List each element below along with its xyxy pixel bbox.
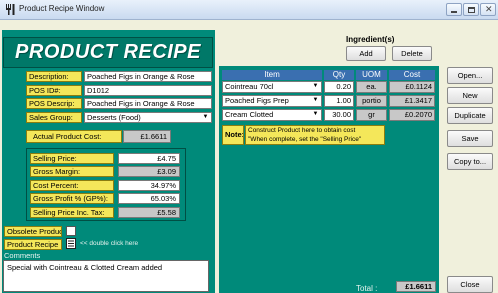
note-line-1: Construct Product here to obtain cost	[248, 127, 356, 134]
add-ingredient-button[interactable]: Add	[346, 46, 386, 61]
chevron-down-icon[interactable]: ▼	[201, 114, 210, 121]
ingredient-qty[interactable]: 1.00	[324, 95, 354, 107]
gross-margin-value: £3.09	[118, 166, 180, 177]
delete-ingredient-button[interactable]: Delete	[392, 46, 432, 61]
open-button[interactable]: Open...	[447, 67, 493, 84]
maximize-icon	[468, 7, 475, 13]
minimize-icon	[451, 11, 457, 13]
total-label: Total :	[356, 284, 378, 293]
save-button[interactable]: Save	[447, 130, 493, 147]
obsolete-label: Obsolete Product	[4, 226, 62, 237]
ingredients-label: Ingredient(s)	[346, 35, 395, 44]
column-header-cost: Cost	[389, 70, 435, 80]
ingredient-cost: £0.1124	[389, 81, 435, 93]
gross-margin-label: Gross Margin:	[30, 166, 114, 177]
comments-label: Comments	[4, 251, 41, 260]
chevron-down-icon[interactable]: ▼	[311, 97, 320, 104]
fork-knife-icon	[6, 4, 15, 15]
sales-group-value: Desserts (Food)	[87, 113, 141, 122]
chevron-down-icon[interactable]: ▼	[311, 83, 320, 90]
close-button[interactable]: Close	[447, 276, 493, 293]
chevron-down-icon[interactable]: ▼	[311, 111, 320, 118]
minimize-button[interactable]	[446, 3, 462, 16]
selling-inc-tax-label: Selling Price Inc. Tax:	[30, 207, 114, 218]
column-header-qty: Qty	[324, 70, 354, 80]
selling-price-field[interactable]: £4.75	[118, 153, 180, 164]
ingredient-name: Poached Figs Prep	[225, 96, 289, 105]
document-icon[interactable]	[66, 238, 76, 249]
duplicate-button[interactable]: Duplicate	[447, 107, 493, 124]
double-click-hint: << double click here	[80, 240, 139, 247]
pos-descrip-field[interactable]: Poached Figs in Orange & Rose	[84, 98, 212, 109]
window-title: Product Recipe Window	[19, 4, 105, 13]
actual-cost-label: Actual Product Cost:	[26, 130, 122, 143]
cost-percent-label: Cost Percent:	[30, 180, 114, 191]
close-window-button[interactable]: ✕	[480, 3, 496, 16]
ingredient-qty[interactable]: 0.20	[324, 81, 354, 93]
selling-inc-tax-value: £5.58	[118, 207, 180, 218]
column-header-item: Item	[222, 70, 322, 80]
note-label: Note:	[222, 125, 244, 145]
ingredient-uom: portio	[356, 95, 387, 107]
ingredient-select[interactable]: Cointreau 70cl ▼	[222, 81, 322, 93]
ingredient-select[interactable]: Poached Figs Prep ▼	[222, 95, 322, 107]
note-line-2: "When complete, set the "Selling Price"	[248, 136, 362, 143]
banner: PRODUCT RECIPE	[3, 37, 213, 68]
gross-profit-field[interactable]: 65.03%	[118, 193, 180, 204]
pos-id-label: POS ID#:	[26, 85, 82, 96]
copy-to-button[interactable]: Copy to...	[447, 153, 493, 170]
ingredient-cost: £0.2070	[389, 109, 435, 121]
new-button[interactable]: New	[447, 87, 493, 104]
gross-profit-label: Gross Profit % (GP%):	[30, 193, 114, 204]
ingredient-select[interactable]: Cream Clotted ▼	[222, 109, 322, 121]
close-icon: ✕	[485, 4, 493, 14]
ingredient-uom: ea.	[356, 81, 387, 93]
actual-cost-value: £1.6611	[123, 130, 171, 143]
description-field[interactable]: Poached Figs in Orange & Rose	[84, 71, 212, 82]
selling-price-label: Selling Price:	[30, 153, 114, 164]
sales-group-label: Sales Group:	[26, 112, 82, 123]
window-titlebar: Product Recipe Window ✕	[0, 0, 498, 20]
description-label: Description:	[26, 71, 82, 82]
obsolete-checkbox[interactable]	[66, 226, 76, 236]
maximize-button[interactable]	[463, 3, 479, 16]
note-text: Construct Product here to obtain cost "W…	[245, 125, 385, 145]
product-recipe-label: Product Recipe	[4, 239, 62, 250]
ingredient-name: Cointreau 70cl	[225, 82, 274, 91]
ingredient-qty[interactable]: 30.00	[324, 109, 354, 121]
pos-id-field[interactable]: D1012	[84, 85, 212, 96]
ingredient-name: Cream Clotted	[225, 110, 274, 119]
column-header-uom: UOM	[356, 70, 387, 80]
page-title: PRODUCT RECIPE	[15, 41, 201, 63]
total-value: £1.6611	[396, 281, 436, 292]
ingredient-uom: gr	[356, 109, 387, 121]
pos-descrip-label: POS Descrip:	[26, 98, 82, 109]
comments-field[interactable]: Special with Cointreau & Clotted Cream a…	[3, 260, 209, 292]
sales-group-select[interactable]: Desserts (Food) ▼	[84, 112, 212, 123]
ingredient-cost: £1.3417	[389, 95, 435, 107]
cost-percent-field[interactable]: 34.97%	[118, 180, 180, 191]
